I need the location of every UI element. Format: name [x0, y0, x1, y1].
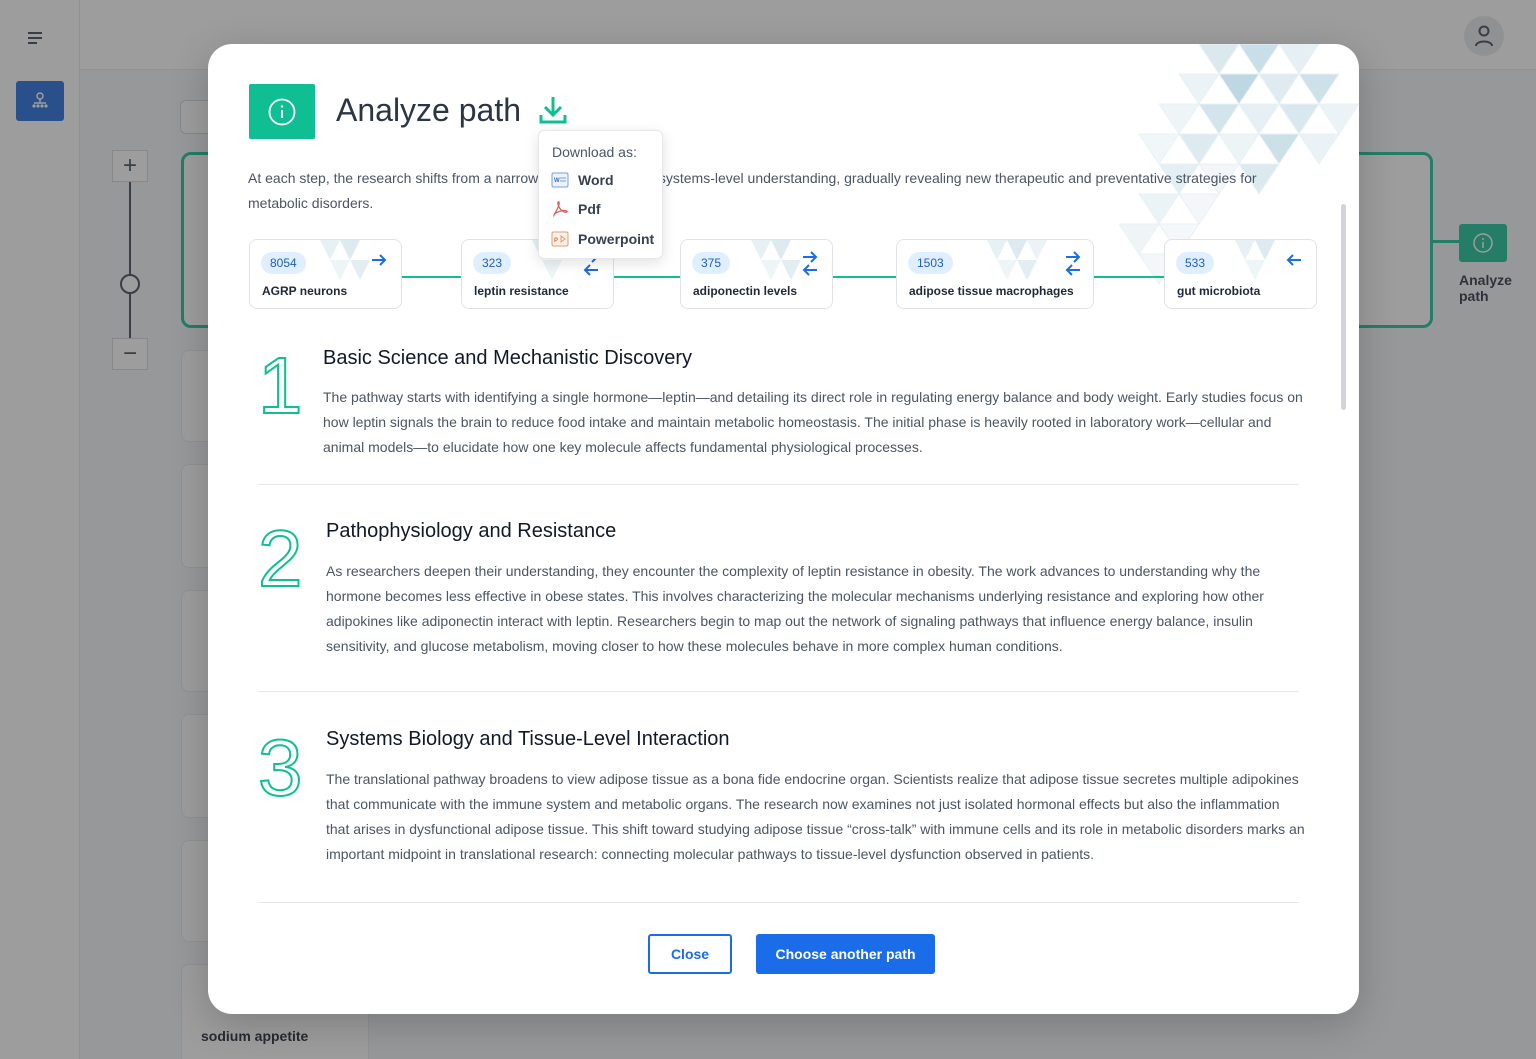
path-node-count: 1503	[908, 252, 953, 274]
close-button[interactable]: Close	[648, 934, 732, 974]
section-number: 2	[257, 514, 303, 603]
info-badge	[249, 84, 315, 139]
download-powerpoint-label: Powerpoint	[578, 231, 655, 247]
choose-another-path-button[interactable]: Choose another path	[756, 934, 935, 974]
path-node-gut-microbiota[interactable]: 533 gut microbiota	[1164, 239, 1317, 309]
powerpoint-icon: P	[551, 230, 569, 248]
download-pdf-label: Pdf	[578, 201, 601, 217]
path-connector	[832, 276, 896, 278]
arrow-both-icon	[802, 251, 818, 276]
section-body: As researchers deepen their understandin…	[326, 563, 1264, 654]
info-icon	[268, 98, 296, 125]
path-node-count: 8054	[261, 252, 306, 274]
svg-text:W: W	[554, 178, 560, 184]
path-connector	[401, 276, 461, 278]
path-connector	[613, 276, 680, 278]
section-2: 2 Pathophysiology and Resistance As rese…	[257, 514, 1299, 692]
download-icon	[539, 97, 567, 124]
arrow-left-icon	[1286, 254, 1301, 266]
path-node-label: adipose tissue macrophages	[909, 284, 1074, 298]
download-menu: Download as: W Word Pdf P Powerpoint	[538, 130, 663, 259]
path-node-count: 533	[1176, 252, 1215, 274]
word-doc-icon: W	[551, 171, 569, 189]
svg-text:P: P	[554, 238, 558, 244]
path-connector	[1093, 276, 1164, 278]
intro-text: At each step, the research shifts from a…	[248, 170, 1257, 211]
pdf-icon	[551, 200, 569, 218]
modal-scrollbar[interactable]	[1341, 204, 1346, 410]
section-number: 1	[257, 341, 303, 430]
arrow-both-icon	[1065, 251, 1081, 276]
path-node-adipose-tissue-macrophages[interactable]: 1503 adipose tissue macrophages	[896, 239, 1094, 309]
chip-pattern	[987, 240, 1047, 280]
section-body: The translational pathway broadens to vi…	[326, 771, 1305, 862]
download-menu-title: Download as:	[552, 144, 637, 160]
download-button[interactable]	[538, 94, 568, 126]
path-node-count: 375	[692, 252, 731, 274]
path-node-label: gut microbiota	[1177, 284, 1261, 298]
path-node-label: adiponectin levels	[693, 284, 798, 298]
section-3: 3 Systems Biology and Tissue-Level Inter…	[257, 723, 1305, 903]
section-title: Pathophysiology and Resistance	[326, 520, 617, 542]
download-word-option[interactable]: W Word	[551, 168, 614, 192]
analyze-path-modal: Analyze path Download as: W Word Pdf P P…	[208, 44, 1359, 1014]
path-node-adiponectin-levels[interactable]: 375 adiponectin levels	[680, 239, 833, 309]
section-title: Basic Science and Mechanistic Discovery	[323, 347, 693, 369]
download-powerpoint-option[interactable]: P Powerpoint	[551, 227, 654, 251]
path-node-agrp-neurons[interactable]: 8054 AGRP neurons	[249, 239, 402, 309]
section-1: 1 Basic Science and Mechanistic Discover…	[257, 340, 1303, 485]
download-word-label: Word	[578, 172, 614, 188]
path-node-label: leptin resistance	[474, 284, 569, 298]
download-pdf-option[interactable]: Pdf	[551, 197, 601, 221]
section-title: Systems Biology and Tissue-Level Interac…	[326, 728, 730, 750]
path-chain: 8054 AGRP neurons 323 leptin resistance …	[249, 239, 1317, 309]
path-node-count: 323	[473, 252, 512, 274]
path-node-label: AGRP neurons	[262, 284, 348, 298]
modal-title: Analyze path	[336, 92, 522, 128]
section-number: 3	[257, 723, 303, 812]
section-body: The pathway starts with identifying a si…	[323, 389, 1303, 455]
arrow-right-icon	[372, 254, 387, 266]
